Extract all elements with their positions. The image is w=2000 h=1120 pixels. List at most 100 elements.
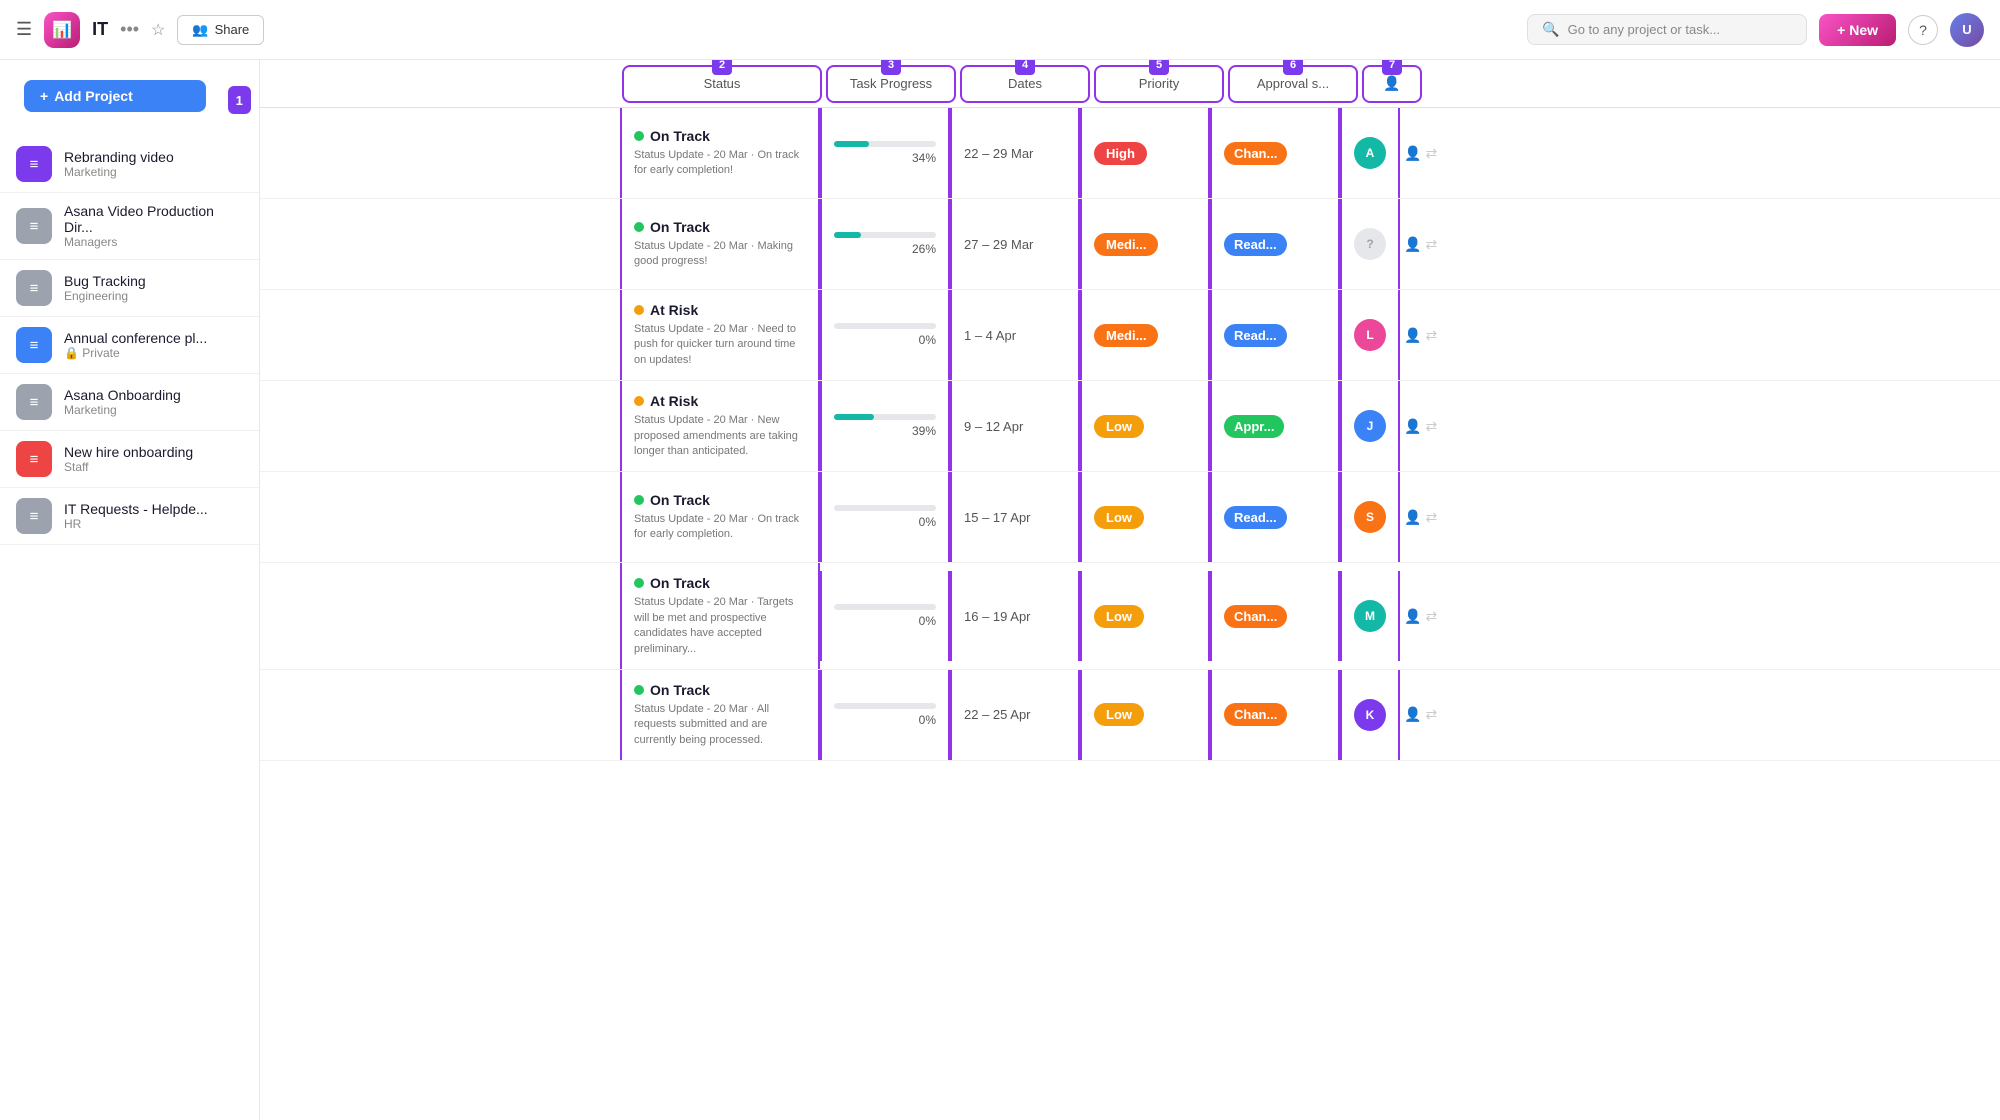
approval-cell[interactable]: Read... [1210,472,1340,562]
priority-badge: Low [1094,506,1144,529]
sidebar-item-new-hire[interactable]: ≡ New hire onboarding Staff [0,431,259,488]
avatar-cell: A [1340,108,1400,198]
progress-pct: 26% [834,242,936,256]
progress-pct: 34% [834,151,936,165]
sidebar-item-sub: HR [64,517,208,531]
priority-cell: Low [1080,670,1210,760]
status-label: On Track [650,575,710,591]
approval-badge: Chan... [1224,703,1287,726]
row-actions: 👤 ⇄ [1400,137,1450,170]
user-avatar[interactable]: U [1950,13,1984,47]
dates-cell: 22 – 29 Mar [950,108,1080,198]
add-project-button[interactable]: + Add Project [24,80,206,112]
search-placeholder: Go to any project or task... [1568,22,1720,37]
add-icon: + [40,88,48,104]
sidebar-item-sub: Engineering [64,289,146,303]
dates-cell: 15 – 17 Apr [950,472,1080,562]
share-row-icon[interactable]: ⇄ [1425,418,1437,435]
sidebar-item-it-requests[interactable]: ≡ IT Requests - Helpde... HR [0,488,259,545]
row-actions: 👤 ⇄ [1400,319,1450,352]
approval-cell[interactable]: Read... [1210,290,1340,380]
progress-cell: 0% [820,571,950,661]
sidebar-item-bug-tracking[interactable]: ≡ Bug Tracking Engineering [0,260,259,317]
progress-pct: 0% [834,713,936,727]
avatar-cell: ? [1340,199,1400,289]
row-avatar: ? [1354,228,1386,260]
col-header-progress: Task Progress [850,76,932,91]
sidebar-item-sub: Marketing [64,403,181,417]
approval-cell[interactable]: Chan... [1210,670,1340,760]
content-area: 2 Status 3 Task Progress 4 Dates 5 Prior… [260,60,2000,1120]
progress-cell: 34% [820,108,950,198]
person-icon[interactable]: 👤 [1404,145,1421,162]
progress-cell: 26% [820,199,950,289]
share-row-icon[interactable]: ⇄ [1425,509,1437,526]
share-row-icon[interactable]: ⇄ [1425,236,1437,253]
share-button[interactable]: 👥 Share [177,15,264,45]
approval-cell[interactable]: Chan... [1210,108,1340,198]
priority-badge: Low [1094,703,1144,726]
priority-badge: Medi... [1094,324,1158,347]
person-icon[interactable]: 👤 [1404,608,1421,625]
progress-cell: 0% [820,472,950,562]
help-button[interactable]: ? [1908,15,1938,45]
approval-cell[interactable]: Chan... [1210,571,1340,661]
progress-cell: 39% [820,381,950,471]
dates-text: 22 – 29 Mar [964,146,1033,161]
share-row-icon[interactable]: ⇄ [1425,706,1437,723]
status-label: On Track [650,128,710,144]
approval-cell[interactable]: Read... [1210,199,1340,289]
menu-icon[interactable]: ☰ [16,19,32,40]
dates-cell: 1 – 4 Apr [950,290,1080,380]
table-row: On Track Status Update - 20 Mar · All re… [260,670,2000,761]
sidebar-icon-annual-conf: ≡ [16,327,52,363]
priority-badge: Medi... [1094,233,1158,256]
app-logo-icon: 📊 [44,12,80,48]
progress-bar [834,414,874,420]
status-label: At Risk [650,393,698,409]
col-header-status: Status [704,76,741,91]
share-row-icon[interactable]: ⇄ [1425,327,1437,344]
col-badge-6: 6 [1283,60,1303,75]
dates-cell: 27 – 29 Mar [950,199,1080,289]
row-avatar: S [1354,501,1386,533]
dates-text: 1 – 4 Apr [964,328,1016,343]
new-button[interactable]: + New [1819,14,1896,46]
status-label: At Risk [650,302,698,318]
dates-text: 27 – 29 Mar [964,237,1033,252]
row-avatar: M [1354,600,1386,632]
share-row-icon[interactable]: ⇄ [1425,145,1437,162]
sidebar-icon-it-requests: ≡ [16,498,52,534]
person-icon[interactable]: 👤 [1404,706,1421,723]
status-dot [634,685,644,695]
share-row-icon[interactable]: ⇄ [1425,608,1437,625]
priority-cell: Medi... [1080,290,1210,380]
sidebar-item-asana-video[interactable]: ≡ Asana Video Production Dir... Managers [0,193,259,260]
progress-cell: 0% [820,670,950,760]
sidebar-icon-bug-tracking: ≡ [16,270,52,306]
more-options-icon[interactable]: ••• [120,19,139,40]
person-icon[interactable]: 👤 [1404,236,1421,253]
col-badge-5: 5 [1149,60,1169,75]
avatar-cell: J [1340,381,1400,471]
person-icon[interactable]: 👤 [1404,418,1421,435]
sidebar-item-asana-onboarding[interactable]: ≡ Asana Onboarding Marketing [0,374,259,431]
avatar-cell: L [1340,290,1400,380]
status-dot [634,578,644,588]
table-row: At Risk Status Update - 20 Mar · New pro… [260,381,2000,472]
priority-badge: High [1094,142,1147,165]
search-bar[interactable]: 🔍 Go to any project or task... [1527,14,1807,45]
sidebar-item-annual-conf[interactable]: ≡ Annual conference pl... 🔒 Private [0,317,259,374]
person-icon[interactable]: 👤 [1404,509,1421,526]
row-avatar: A [1354,137,1386,169]
sidebar-item-sub: Managers [64,235,243,249]
table-row: On Track Status Update - 20 Mar · Target… [260,563,2000,670]
approval-cell[interactable]: Appr... [1210,381,1340,471]
dates-text: 16 – 19 Apr [964,609,1031,624]
favorite-icon[interactable]: ☆ [151,20,165,40]
sidebar-item-rebranding[interactable]: ≡ Rebranding video Marketing [0,136,259,193]
progress-cell: 0% [820,290,950,380]
person-icon[interactable]: 👤 [1404,327,1421,344]
sidebar-item-sub: Marketing [64,165,174,179]
sidebar-item-name: Asana Onboarding [64,387,181,403]
